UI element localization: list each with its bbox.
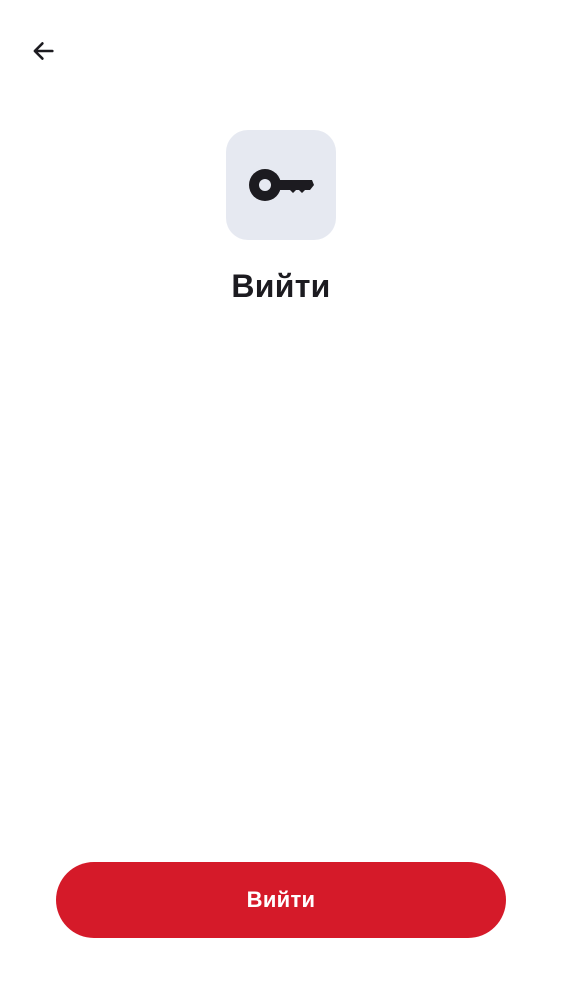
logout-button-label: Вийти <box>246 887 316 912</box>
page-title: Вийти <box>231 268 331 304</box>
arrow-left-icon <box>33 42 54 60</box>
key-icon-tile <box>226 130 336 240</box>
key-icon <box>249 169 314 201</box>
logout-hero: Вийти <box>0 130 562 306</box>
back-button[interactable] <box>20 28 66 74</box>
logout-button[interactable]: Вийти <box>56 862 506 938</box>
